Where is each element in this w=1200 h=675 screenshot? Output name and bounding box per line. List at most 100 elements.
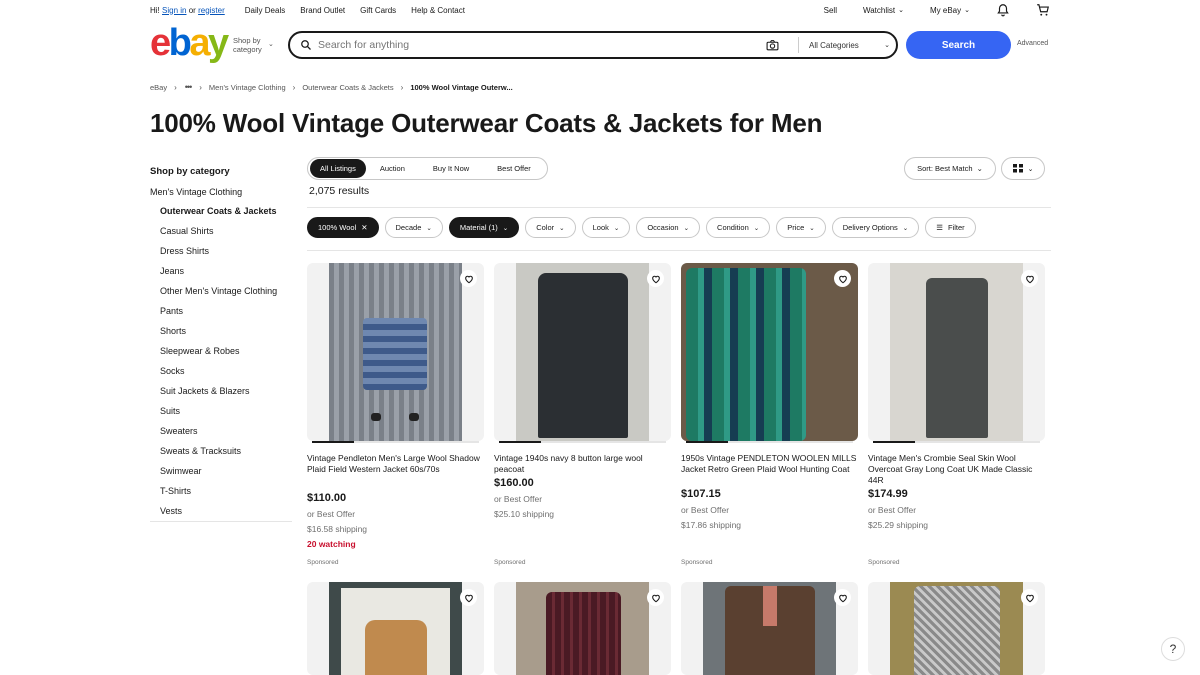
- sidebar-item-suit-jackets[interactable]: Suit Jackets & Blazers: [150, 385, 292, 397]
- sidebar-item-other[interactable]: Other Men's Vintage Clothing: [150, 285, 292, 297]
- help-button[interactable]: ?: [1161, 637, 1185, 661]
- sidebar-item-outerwear[interactable]: Outerwear Coats & Jackets: [150, 205, 292, 217]
- sidebar-item-swimwear[interactable]: Swimwear: [150, 465, 292, 477]
- register-link[interactable]: register: [198, 6, 225, 15]
- filter-delivery[interactable]: Delivery Options ⌄: [831, 217, 920, 238]
- close-icon[interactable]: ✕: [361, 223, 367, 232]
- filter-all-button[interactable]: ☰ Filter: [925, 217, 976, 238]
- sort-dropdown[interactable]: Sort: Best Match ⌄: [904, 157, 996, 180]
- chevron-right-icon: ›: [400, 82, 404, 92]
- product-image[interactable]: [307, 582, 484, 675]
- sell-label: Sell: [823, 5, 837, 15]
- chevron-right-icon: ›: [292, 82, 296, 92]
- sidebar-item-jeans[interactable]: Jeans: [150, 265, 292, 277]
- product-image[interactable]: [494, 582, 671, 675]
- filter-material[interactable]: Material (1) ⌄: [448, 217, 520, 238]
- sidebar-item-pants[interactable]: Pants: [150, 305, 292, 317]
- my-ebay-menu[interactable]: My eBay ⌄: [930, 6, 970, 15]
- best-offer-text: or Best Offer: [868, 505, 917, 515]
- watchlist-menu[interactable]: Watchlist ⌄: [863, 6, 904, 15]
- sponsored-label: Sponsored: [868, 559, 900, 566]
- sidebar-item-casual-shirts[interactable]: Casual Shirts: [150, 225, 292, 237]
- chevron-down-icon: ⌄: [426, 224, 432, 232]
- filter-occasion[interactable]: Occasion ⌄: [636, 217, 701, 238]
- sidebar-item-sweats[interactable]: Sweats & Tracksuits: [150, 445, 292, 457]
- search-input[interactable]: [318, 39, 758, 51]
- shop-by-category-button[interactable]: Shop by category ⌄: [233, 36, 274, 54]
- filter-chip-wool[interactable]: 100% Wool ✕: [307, 217, 379, 238]
- product-title[interactable]: Vintage 1940s navy 8 button large wool p…: [494, 453, 671, 475]
- watch-heart-icon[interactable]: [834, 589, 851, 606]
- filter-condition[interactable]: Condition ⌄: [706, 217, 771, 238]
- sidebar-item-sleepwear[interactable]: Sleepwear & Robes: [150, 345, 292, 357]
- chevron-down-icon: ⌄: [559, 224, 565, 232]
- sell-link[interactable]: Sell: [824, 6, 837, 15]
- grid-view-icon: [1012, 164, 1023, 173]
- product-image[interactable]: [868, 582, 1045, 675]
- filter-look[interactable]: Look ⌄: [581, 217, 631, 238]
- watch-heart-icon[interactable]: [1021, 589, 1038, 606]
- product-image[interactable]: [681, 582, 858, 675]
- category-select[interactable]: All Categories ⌄: [798, 37, 896, 53]
- greeting: Hi! Sign in or register: [150, 6, 225, 15]
- sidebar-item-suits[interactable]: Suits: [150, 405, 292, 417]
- search-button[interactable]: Search: [906, 31, 1011, 59]
- product-photo: [890, 263, 1023, 441]
- camera-icon[interactable]: [766, 39, 779, 52]
- product-image[interactable]: [494, 263, 671, 441]
- shipping-text: $16.58 shipping: [307, 524, 368, 534]
- sidebar-item-shorts[interactable]: Shorts: [150, 325, 292, 337]
- filter-price[interactable]: Price ⌄: [776, 217, 826, 238]
- tab-all-listings[interactable]: All Listings: [310, 159, 366, 178]
- brand-outlet-link[interactable]: Brand Outlet: [300, 6, 345, 15]
- notifications-button[interactable]: [996, 3, 1010, 17]
- sidebar-item-vests[interactable]: Vests: [150, 505, 292, 517]
- ebay-logo[interactable]: ebay: [150, 24, 229, 62]
- divider: [307, 250, 1051, 251]
- sidebar-parent-category[interactable]: Men's Vintage Clothing: [150, 187, 292, 197]
- watch-heart-icon[interactable]: [647, 589, 664, 606]
- sponsored-label: Sponsored: [494, 559, 526, 566]
- watch-heart-icon[interactable]: [460, 270, 477, 287]
- chevron-down-icon: ⌄: [964, 7, 970, 14]
- filter-color-label: Color: [536, 223, 555, 232]
- shop-by-line2: category: [233, 45, 262, 54]
- more-icon[interactable]: •••: [184, 81, 193, 93]
- sidebar-item-dress-shirts[interactable]: Dress Shirts: [150, 245, 292, 257]
- best-offer-text: or Best Offer: [681, 505, 730, 515]
- tab-buy-it-now[interactable]: Buy It Now: [419, 159, 483, 178]
- product-title[interactable]: Vintage Men's Crombie Seal Skin Wool Ove…: [868, 453, 1045, 486]
- sidebar-item-sweaters[interactable]: Sweaters: [150, 425, 292, 437]
- view-toggle[interactable]: ⌄: [1001, 157, 1045, 180]
- search-icon: [301, 40, 311, 50]
- filter-decade[interactable]: Decade ⌄: [384, 217, 443, 238]
- best-offer-text: or Best Offer: [494, 494, 543, 504]
- tab-auction[interactable]: Auction: [366, 159, 419, 178]
- breadcrumb-ebay[interactable]: eBay: [150, 83, 167, 92]
- shipping-text: $25.10 shipping: [494, 509, 555, 519]
- image-pager: [686, 441, 853, 443]
- sidebar-item-socks[interactable]: Socks: [150, 365, 292, 377]
- product-image[interactable]: [307, 263, 484, 441]
- filter-all-label: Filter: [947, 223, 965, 232]
- product-image[interactable]: [868, 263, 1045, 441]
- sidebar-item-tshirts[interactable]: T-Shirts: [150, 485, 292, 497]
- cart-button[interactable]: [1036, 3, 1050, 17]
- tab-best-offer[interactable]: Best Offer: [483, 159, 545, 178]
- watch-heart-icon[interactable]: [834, 270, 851, 287]
- daily-deals-link[interactable]: Daily Deals: [245, 6, 285, 15]
- watch-heart-icon[interactable]: [460, 589, 477, 606]
- product-title[interactable]: 1950s Vintage PENDLETON WOOLEN MILLS Jac…: [681, 453, 858, 475]
- product-image[interactable]: [681, 263, 858, 441]
- breadcrumb-outerwear[interactable]: Outerwear Coats & Jackets: [302, 83, 393, 92]
- product-title[interactable]: Vintage Pendleton Men's Large Wool Shado…: [307, 453, 484, 475]
- help-contact-link[interactable]: Help & Contact: [411, 6, 465, 15]
- advanced-search-link[interactable]: Advanced: [1017, 40, 1048, 47]
- filter-color[interactable]: Color ⌄: [525, 217, 576, 238]
- watch-heart-icon[interactable]: [647, 270, 664, 287]
- gift-cards-link[interactable]: Gift Cards: [360, 6, 396, 15]
- watch-heart-icon[interactable]: [1021, 270, 1038, 287]
- sign-in-link[interactable]: Sign in: [162, 6, 186, 15]
- or-text: or: [188, 5, 196, 15]
- breadcrumb-mens-vintage[interactable]: Men's Vintage Clothing: [209, 83, 286, 92]
